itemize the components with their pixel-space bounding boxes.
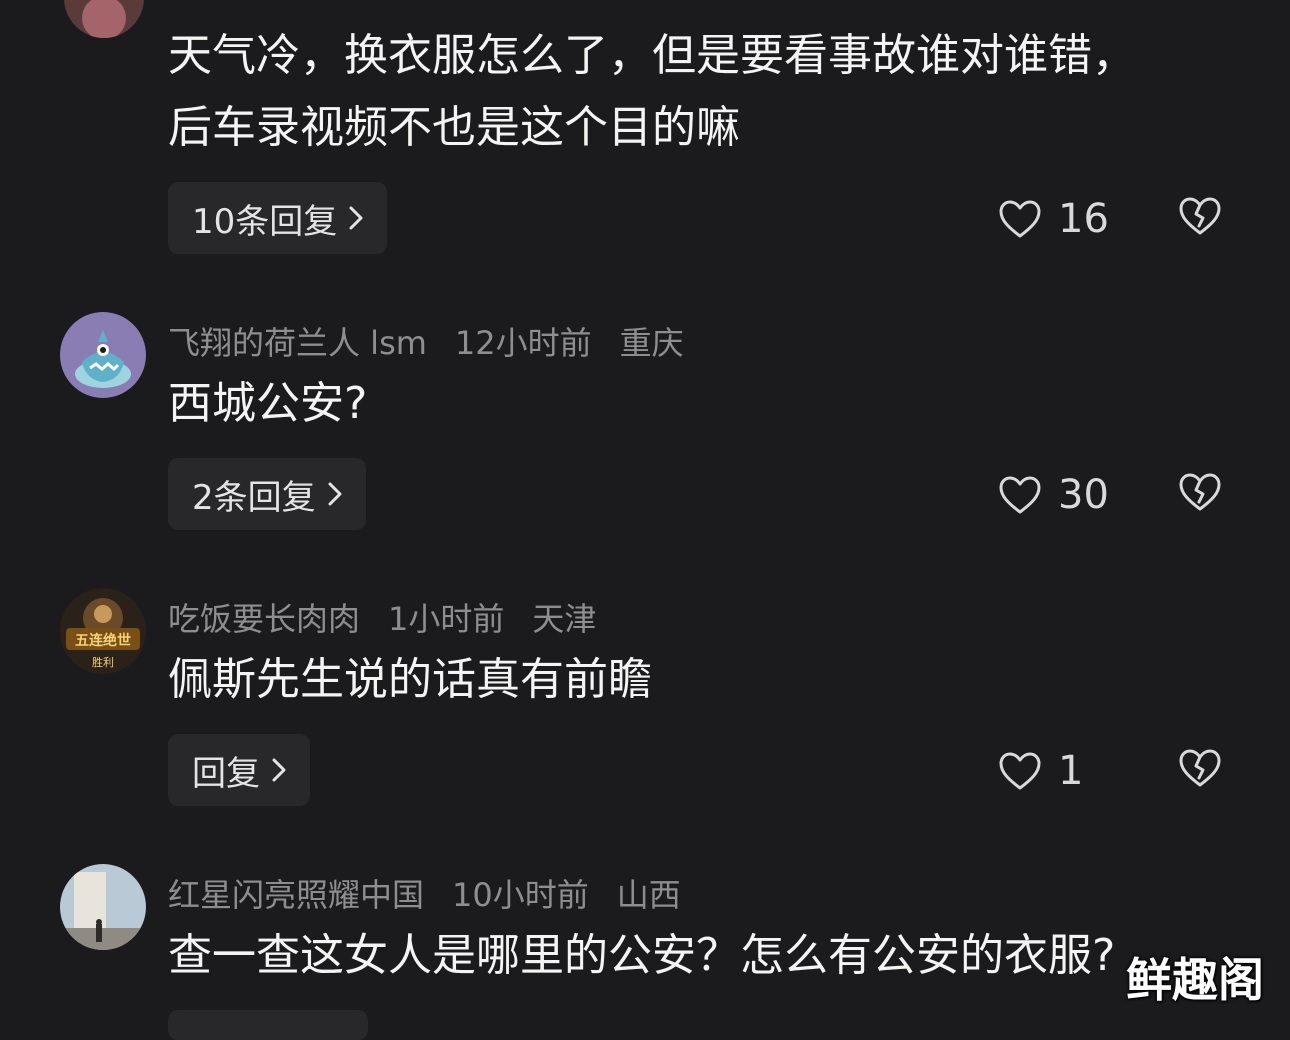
- location: 山西: [616, 876, 681, 914]
- chevron-right-icon: [328, 482, 342, 506]
- view-replies-button[interactable]: 10条回复: [168, 182, 388, 254]
- dislike-button[interactable]: [1178, 748, 1222, 792]
- location: 天津: [532, 600, 597, 638]
- replies-label: 回复: [192, 753, 260, 794]
- broken-heart-icon: [1179, 749, 1221, 787]
- view-replies-button[interactable]: 2条回复: [168, 458, 366, 530]
- heart-outline-icon: [999, 752, 1041, 790]
- comment-1-text-line-2: 后车录视频不也是这个目的嘛: [168, 102, 740, 153]
- comment-3-text: 佩斯先生说的话真有前瞻: [168, 654, 652, 705]
- like-button[interactable]: 1: [998, 748, 1083, 794]
- replies-label: 10条回复: [192, 201, 338, 242]
- broken-heart-icon: [1179, 473, 1221, 511]
- dislike-button[interactable]: [1178, 472, 1222, 516]
- avatar-badge-text: 五连绝世: [75, 632, 131, 649]
- like-count: 16: [1058, 196, 1109, 242]
- comment-1-text-line-1: 天气冷，换衣服怎么了，但是要看事故谁对谁错，: [168, 30, 1136, 81]
- chevron-right-icon: [272, 758, 286, 782]
- timestamp: 12小时前: [454, 324, 592, 362]
- heart-outline-icon: [999, 200, 1041, 238]
- username[interactable]: 吃饭要长肉肉: [168, 594, 360, 640]
- timestamp: 10小时前: [452, 876, 589, 914]
- avatar-comment-4[interactable]: [60, 864, 146, 950]
- like-count: 30: [1058, 472, 1109, 518]
- dislike-button[interactable]: [1178, 196, 1222, 240]
- comment-3-meta: 吃饭要长肉肉 1小时前 天津: [168, 594, 596, 640]
- broken-heart-icon: [1179, 197, 1221, 235]
- like-count: 1: [1058, 748, 1084, 794]
- comment-2-text: 西城公安?: [168, 378, 368, 429]
- avatar-comment-1[interactable]: [64, 0, 144, 38]
- location: 重庆: [619, 324, 684, 362]
- reply-button[interactable]: 回复: [168, 734, 310, 806]
- comment-2-meta: 飞翔的荷兰人 lsm 12小时前 重庆: [168, 318, 684, 364]
- like-button[interactable]: 30: [998, 472, 1109, 518]
- watermark: 鲜趣阁: [1126, 953, 1264, 1007]
- reply-button-partial[interactable]: [168, 1010, 368, 1040]
- timestamp: 1小时前: [388, 600, 505, 638]
- comment-4-text: 查一查这女人是哪里的公安？怎么有公安的衣服?: [168, 930, 1116, 981]
- username[interactable]: 飞翔的荷兰人 lsm: [168, 318, 427, 364]
- avatar-badge-subtext: 胜利: [92, 655, 114, 669]
- avatar-comment-3[interactable]: 五连绝世 胜利: [60, 588, 146, 674]
- avatar-comment-2[interactable]: [60, 312, 146, 398]
- heart-outline-icon: [999, 476, 1041, 514]
- username[interactable]: 红星闪亮照耀中国: [168, 870, 424, 916]
- replies-label: 2条回复: [192, 477, 316, 518]
- comment-4-meta: 红星闪亮照耀中国 10小时前 山西: [168, 870, 681, 916]
- like-button[interactable]: 16: [998, 196, 1109, 242]
- chevron-right-icon: [349, 206, 363, 230]
